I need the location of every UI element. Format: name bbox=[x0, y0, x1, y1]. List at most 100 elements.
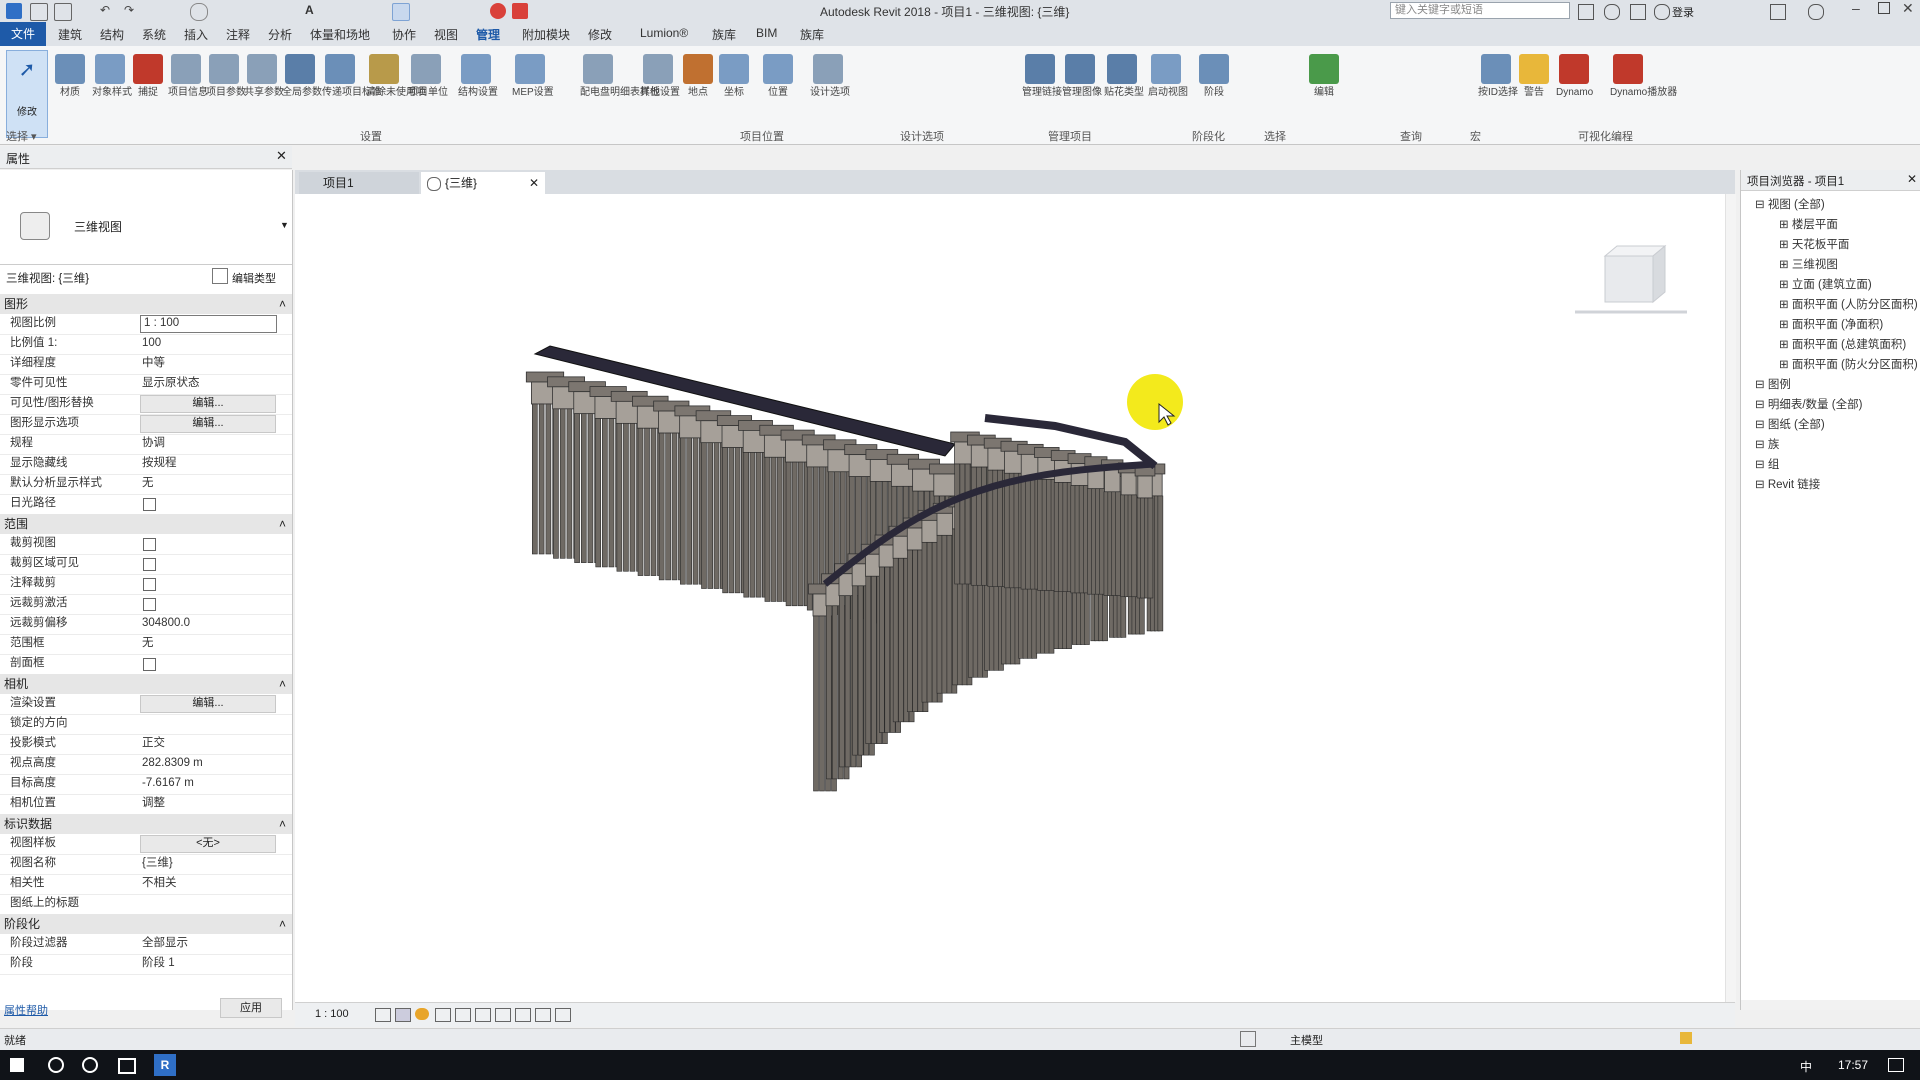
property-checkbox[interactable] bbox=[143, 498, 156, 511]
properties-close-icon[interactable]: ✕ bbox=[276, 148, 287, 164]
cortana-icon[interactable] bbox=[82, 1057, 98, 1073]
ribbon-button-position[interactable]: 位置 bbox=[760, 54, 796, 99]
revit-logo-icon[interactable] bbox=[6, 3, 22, 19]
ribbon-button-startup-view[interactable]: 启动视图 bbox=[1148, 54, 1188, 99]
ribbon-button-purge[interactable]: 清除未使用项 bbox=[366, 54, 426, 99]
shadows-icon[interactable] bbox=[435, 1008, 451, 1022]
collapse-icon[interactable]: ˄ bbox=[279, 514, 286, 534]
ribbon-button-dynamo-player[interactable]: Dynamo播放器 bbox=[1610, 54, 1677, 99]
file-tab[interactable]: 文件 bbox=[0, 22, 46, 46]
crop-view-icon[interactable] bbox=[475, 1008, 491, 1022]
ribbon-button-global-params[interactable]: 全局参数 bbox=[282, 54, 322, 99]
ribbon-button-material[interactable]: 材质 bbox=[52, 54, 88, 99]
3d-viewport[interactable] bbox=[295, 194, 1736, 1002]
lock-3d-view-icon[interactable] bbox=[515, 1008, 531, 1022]
browser-item[interactable]: ⊟ 明细表/数量 (全部) bbox=[1755, 396, 1862, 412]
browser-item[interactable]: ⊟ Revit 链接 bbox=[1755, 476, 1820, 492]
property-input[interactable]: 1 : 100 bbox=[140, 315, 277, 333]
notification-icon[interactable] bbox=[1888, 1058, 1904, 1072]
maximize-icon[interactable] bbox=[1878, 2, 1890, 14]
expand-icon[interactable]: ⊟ bbox=[1755, 399, 1768, 411]
ribbon-button-panel-schedule[interactable]: 配电盘明细表样板 bbox=[580, 54, 660, 99]
property-checkbox[interactable] bbox=[143, 658, 156, 671]
subscription-icon[interactable] bbox=[1604, 4, 1620, 20]
ribbon-button-manage-links[interactable]: 管理链接 bbox=[1022, 54, 1062, 99]
sign-in-label[interactable]: 登录 bbox=[1672, 4, 1694, 20]
ribbon-button-edit[interactable]: 编辑 bbox=[1306, 54, 1342, 99]
expand-icon[interactable]: ⊞ bbox=[1779, 339, 1792, 351]
open-icon[interactable] bbox=[30, 3, 48, 21]
ribbon-button-location[interactable]: 地点 bbox=[680, 54, 716, 99]
tab-systems[interactable]: 系统 bbox=[142, 26, 166, 43]
browser-item[interactable]: ⊞ 楼层平面 bbox=[1779, 216, 1838, 232]
expand-icon[interactable]: ⊞ bbox=[1779, 299, 1792, 311]
type-dropdown-icon[interactable]: ▼ bbox=[280, 220, 289, 230]
tab-family-lib[interactable]: 族库 bbox=[712, 26, 736, 43]
search-icon[interactable] bbox=[48, 1057, 64, 1073]
ribbon-button-coordinates[interactable]: 坐标 bbox=[716, 54, 752, 99]
browser-item[interactable]: ⊞ 面积平面 (净面积) bbox=[1779, 316, 1883, 332]
tab-family-lib-2[interactable]: 族库 bbox=[800, 26, 824, 43]
tab-modify[interactable]: 修改 bbox=[588, 26, 612, 43]
redo-icon[interactable]: ↷ bbox=[124, 3, 140, 19]
browser-item[interactable]: ⊞ 面积平面 (总建筑面积) bbox=[1779, 336, 1906, 352]
expand-icon[interactable]: ⊟ bbox=[1755, 419, 1768, 431]
expand-icon[interactable]: ⊟ bbox=[1755, 199, 1768, 211]
clock[interactable]: 17:57 bbox=[1838, 1058, 1868, 1072]
search-input[interactable]: 键入关键字或短语 bbox=[1390, 2, 1570, 19]
ribbon-button-snap[interactable]: 捕捉 bbox=[130, 54, 166, 99]
tab-annotate[interactable]: 注释 bbox=[226, 26, 250, 43]
ribbon-button-object-style[interactable]: 对象样式 bbox=[92, 54, 132, 99]
select-dropdown[interactable]: 选择 ▾ bbox=[6, 128, 37, 144]
print-icon[interactable] bbox=[190, 3, 208, 21]
property-group-phasing[interactable]: 阶段化 ˄ bbox=[0, 914, 292, 934]
browser-scrollbar[interactable] bbox=[1741, 1000, 1920, 1010]
tab-close-icon[interactable]: ✕ bbox=[529, 172, 539, 194]
expand-icon[interactable]: ⊟ bbox=[1755, 439, 1768, 451]
expand-icon[interactable]: ⊞ bbox=[1779, 239, 1792, 251]
property-group-identity[interactable]: 标识数据 ˄ bbox=[0, 814, 292, 834]
ribbon-button-units[interactable]: 项目单位 bbox=[408, 54, 448, 99]
property-checkbox[interactable] bbox=[143, 598, 156, 611]
render-icon[interactable] bbox=[455, 1008, 471, 1022]
property-group-graphics[interactable]: 图形 ˄ bbox=[0, 294, 292, 314]
play-icon[interactable] bbox=[512, 3, 528, 19]
ribbon-button-design-options[interactable]: 设计选项 bbox=[810, 54, 850, 99]
property-checkbox[interactable] bbox=[143, 538, 156, 551]
browser-item[interactable]: ⊟ 族 bbox=[1755, 436, 1779, 452]
help-icon[interactable] bbox=[1808, 4, 1824, 20]
tab-architecture[interactable]: 建筑 bbox=[58, 26, 82, 43]
text-icon[interactable]: A bbox=[305, 3, 321, 19]
task-view-icon[interactable] bbox=[118, 1058, 136, 1074]
tab-manage[interactable]: 管理 bbox=[476, 26, 500, 43]
view-scale[interactable]: 1 : 100 bbox=[315, 1008, 349, 1020]
ribbon-button-project-params[interactable]: 项目参数 bbox=[206, 54, 246, 99]
browser-item[interactable]: ⊞ 面积平面 (防火分区面积) bbox=[1779, 356, 1918, 372]
expand-icon[interactable]: ⊟ bbox=[1755, 459, 1768, 471]
expand-icon[interactable]: ⊞ bbox=[1779, 359, 1792, 371]
ribbon-button-dynamo[interactable]: Dynamo bbox=[1556, 54, 1593, 99]
worksets-icon[interactable] bbox=[1240, 1031, 1256, 1047]
browser-item[interactable]: ⊞ 天花板平面 bbox=[1779, 236, 1849, 252]
browser-item[interactable]: ⊟ 视图 (全部) bbox=[1755, 196, 1825, 212]
properties-help-link[interactable]: 属性帮助 bbox=[4, 1002, 48, 1018]
ribbon-button-mep-settings[interactable]: MEP设置 bbox=[512, 54, 554, 99]
ribbon-button-other-settings[interactable]: 其他设置 bbox=[640, 54, 680, 99]
expand-icon[interactable]: ⊞ bbox=[1779, 319, 1792, 331]
ribbon-button-warning[interactable]: 警告 bbox=[1516, 54, 1552, 99]
ribbon-button-project-info[interactable]: 项目信息 bbox=[168, 54, 208, 99]
ribbon-button-manage-images[interactable]: 管理图像 bbox=[1062, 54, 1102, 99]
visual-style-icon[interactable] bbox=[395, 1008, 411, 1022]
3d-view-icon[interactable] bbox=[392, 3, 410, 21]
undo-icon[interactable]: ↶ bbox=[100, 3, 116, 19]
expand-icon[interactable]: ⊟ bbox=[1755, 379, 1768, 391]
property-group-extents[interactable]: 范围 ˄ bbox=[0, 514, 292, 534]
user-icon[interactable] bbox=[1654, 4, 1670, 20]
type-selector[interactable]: 三维视图 bbox=[74, 218, 122, 235]
instance-filter[interactable]: 三维视图: {三维} bbox=[6, 270, 89, 286]
ribbon-button-select-by-id[interactable]: 按ID选择 bbox=[1478, 54, 1518, 99]
modify-button[interactable]: ➚ 修改 bbox=[6, 50, 48, 138]
viewport-scrollbar[interactable] bbox=[1725, 194, 1736, 1002]
ribbon-button-shared-params[interactable]: 共享参数 bbox=[244, 54, 284, 99]
property-checkbox[interactable] bbox=[143, 558, 156, 571]
